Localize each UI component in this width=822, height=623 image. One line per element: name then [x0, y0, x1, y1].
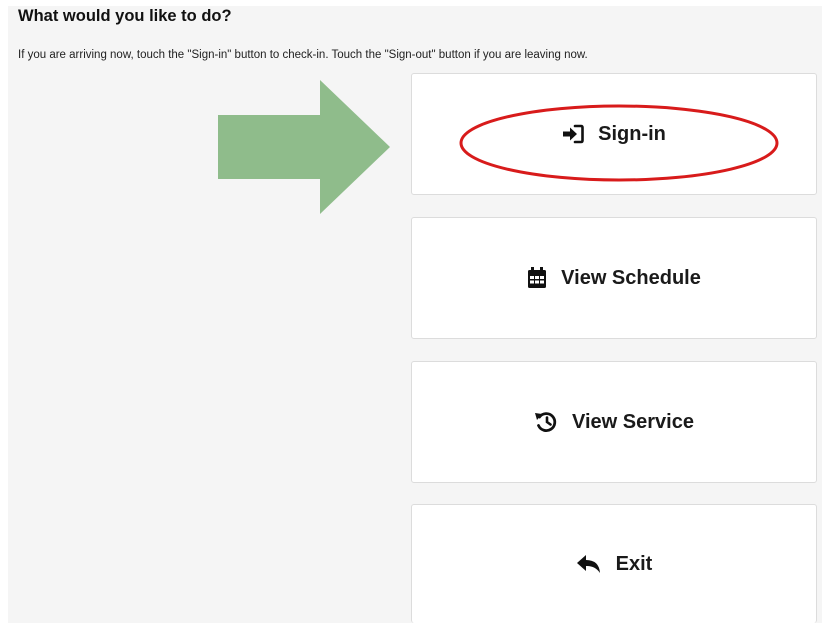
view-service-button[interactable]: View Service [411, 361, 817, 483]
reply-icon [576, 553, 602, 575]
exit-button[interactable]: Exit [411, 504, 817, 623]
history-icon [534, 411, 558, 433]
annotation-arrow [218, 80, 390, 214]
page-description: If you are arriving now, touch the "Sign… [18, 49, 588, 61]
view-schedule-button[interactable]: View Schedule [411, 217, 817, 339]
view-service-label: View Service [572, 410, 694, 433]
sign-in-icon [562, 124, 584, 144]
view-schedule-label: View Schedule [561, 266, 701, 289]
calendar-icon [527, 267, 547, 289]
exit-label: Exit [615, 552, 653, 575]
page-title: What would you like to do? [18, 7, 232, 25]
sign-in-label: Sign-in [598, 122, 666, 145]
sign-in-button[interactable]: Sign-in [411, 73, 817, 195]
